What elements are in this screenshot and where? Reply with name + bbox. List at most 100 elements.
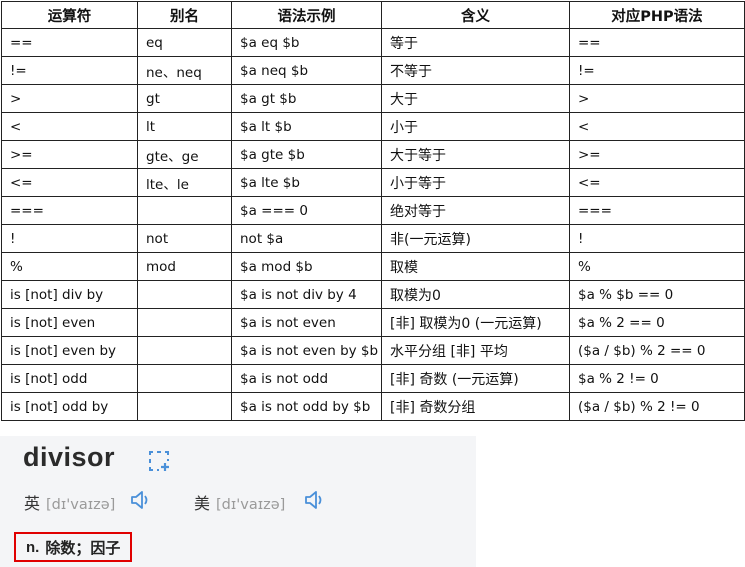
uk-ipa: [dɪ'vaɪzə]	[46, 497, 116, 513]
php-syntax-cell: ==	[569, 28, 745, 57]
header-row: 运算符 别名 语法示例 含义 对应PHP语法	[1, 1, 745, 29]
meaning-cell: [非] 奇数分组	[381, 392, 570, 421]
table-row: is [not] odd by $a is not odd by $b [非] 奇数…	[1, 392, 745, 421]
syntax-example-cell: $a is not even by $b	[231, 336, 382, 365]
alias-cell: lt	[137, 112, 232, 141]
syntax-example-cell: $a is not odd by $b	[231, 392, 382, 421]
headword: divisor	[23, 442, 116, 472]
alias-cell: ne、neq	[137, 56, 232, 85]
dictionary-card: divisor 英 [dɪ'vaɪzə] 美 [dɪ'vaɪzə] n. 除数；因子	[0, 436, 476, 567]
php-syntax-cell: >=	[569, 140, 745, 169]
operator-cell: !=	[1, 56, 138, 85]
operator-cell: <=	[1, 168, 138, 197]
operator-cell: ==	[1, 28, 138, 57]
meaning-cell: 取模	[381, 252, 570, 281]
table-row: is [not] even by $a is not even by $b 水平分组…	[1, 336, 745, 365]
table-row: != ne、neq $a neq $b 不等于 !=	[1, 56, 745, 85]
alias-cell: gt	[137, 84, 232, 113]
operator-cell: >	[1, 84, 138, 113]
header-alias: 别名	[137, 1, 232, 29]
operator-cell: %	[1, 252, 138, 281]
php-syntax-cell: $a % 2 != 0	[569, 364, 745, 393]
php-syntax-cell: %	[569, 252, 745, 281]
meaning-cell: 大于等于	[381, 140, 570, 169]
php-syntax-cell: <=	[569, 168, 745, 197]
alias-cell	[137, 196, 232, 225]
syntax-example-cell: $a is not even	[231, 308, 382, 337]
alias-cell: mod	[137, 252, 232, 281]
alias-cell: not	[137, 224, 232, 253]
operator-cell: is [not] even	[1, 308, 138, 337]
php-syntax-cell: >	[569, 84, 745, 113]
php-syntax-cell: $a % 2 == 0	[569, 308, 745, 337]
alias-cell	[137, 392, 232, 421]
meaning-cell: 不等于	[381, 56, 570, 85]
uk-label: 英	[24, 494, 41, 513]
table-row: % mod $a mod $b 取模%	[1, 252, 745, 281]
php-syntax-cell: ($a / $b) % 2 != 0	[569, 392, 745, 421]
table-row: > gt $a gt $b 大于 >	[1, 84, 745, 113]
alias-cell: lte、le	[137, 168, 232, 197]
meaning-cell: 小于等于	[381, 168, 570, 197]
meaning-cell: 大于	[381, 84, 570, 113]
table-row: == eq $a eq $b 等于 ==	[1, 28, 745, 57]
table-row: >= gte、ge $a gte $b 大于等于 >=	[1, 140, 745, 169]
operator-cell: is [not] div by	[1, 280, 138, 309]
definition-text: 除数；因子	[45, 538, 121, 557]
alias-cell	[137, 364, 232, 393]
operator-cell: is [not] odd	[1, 364, 138, 393]
us-speaker-icon[interactable]	[304, 488, 324, 512]
operator-cell: is [not] odd by	[1, 392, 138, 421]
alias-cell: eq	[137, 28, 232, 57]
operator-table: 运算符 别名 语法示例 含义 对应PHP语法 == eq $a eq $b 等于 ==!…	[1, 1, 745, 421]
table-row: ! not not $a 非(一元运算)!	[1, 224, 745, 253]
table-row: < lt $a lt $b 小于 <	[1, 112, 745, 141]
us-pronunciation: 美 [dɪ'vaɪzə]	[194, 490, 285, 514]
meaning-cell: 等于	[381, 28, 570, 57]
alias-cell	[137, 280, 232, 309]
syntax-example-cell: $a is not div by 4	[231, 280, 382, 309]
syntax-example-cell: $a === 0	[231, 196, 382, 225]
meaning-cell: 绝对等于	[381, 196, 570, 225]
uk-speaker-icon[interactable]	[130, 488, 150, 512]
operator-cell: <	[1, 112, 138, 141]
us-ipa: [dɪ'vaɪzə]	[216, 497, 286, 513]
meaning-cell: 取模为0	[381, 280, 570, 309]
header-operator: 运算符	[1, 1, 138, 29]
meaning-cell: 水平分组 [非] 平均	[381, 336, 570, 365]
syntax-example-cell: $a eq $b	[231, 28, 382, 57]
operator-cell: !	[1, 224, 138, 253]
table-row: <= lte、le $a lte $b 小于等于 <=	[1, 168, 745, 197]
header-syntax-example: 语法示例	[231, 1, 382, 29]
table-row: is [not] even $a is not even [非] 取模为0 (一元运…	[1, 308, 745, 337]
php-syntax-cell: ===	[569, 196, 745, 225]
alias-cell	[137, 308, 232, 337]
operator-cell: >=	[1, 140, 138, 169]
definition-box: n. 除数；因子	[14, 532, 133, 562]
operator-cell: is [not] even by	[1, 336, 138, 365]
syntax-example-cell: not $a	[231, 224, 382, 253]
meaning-cell: [非] 取模为0 (一元运算)	[381, 308, 570, 337]
php-syntax-cell: !	[569, 224, 745, 253]
php-syntax-cell: ($a / $b) % 2 == 0	[569, 336, 745, 365]
syntax-example-cell: $a gt $b	[231, 84, 382, 113]
table-row: === $a === 0 绝对等于 ===	[1, 196, 745, 225]
add-to-wordbook-icon[interactable]	[148, 450, 170, 472]
header-meaning: 含义	[381, 1, 570, 29]
alias-cell: gte、ge	[137, 140, 232, 169]
syntax-example-cell: $a mod $b	[231, 252, 382, 281]
header-php-syntax: 对应PHP语法	[569, 1, 745, 29]
meaning-cell: 小于	[381, 112, 570, 141]
part-of-speech: n.	[26, 538, 40, 556]
meaning-cell: [非] 奇数 (一元运算)	[381, 364, 570, 393]
syntax-example-cell: $a lt $b	[231, 112, 382, 141]
syntax-example-cell: $a neq $b	[231, 56, 382, 85]
php-syntax-cell: !=	[569, 56, 745, 85]
php-syntax-cell: $a % $b == 0	[569, 280, 745, 309]
syntax-example-cell: $a is not odd	[231, 364, 382, 393]
alias-cell	[137, 336, 232, 365]
syntax-example-cell: $a gte $b	[231, 140, 382, 169]
us-label: 美	[194, 494, 211, 513]
php-syntax-cell: <	[569, 112, 745, 141]
operator-cell: ===	[1, 196, 138, 225]
